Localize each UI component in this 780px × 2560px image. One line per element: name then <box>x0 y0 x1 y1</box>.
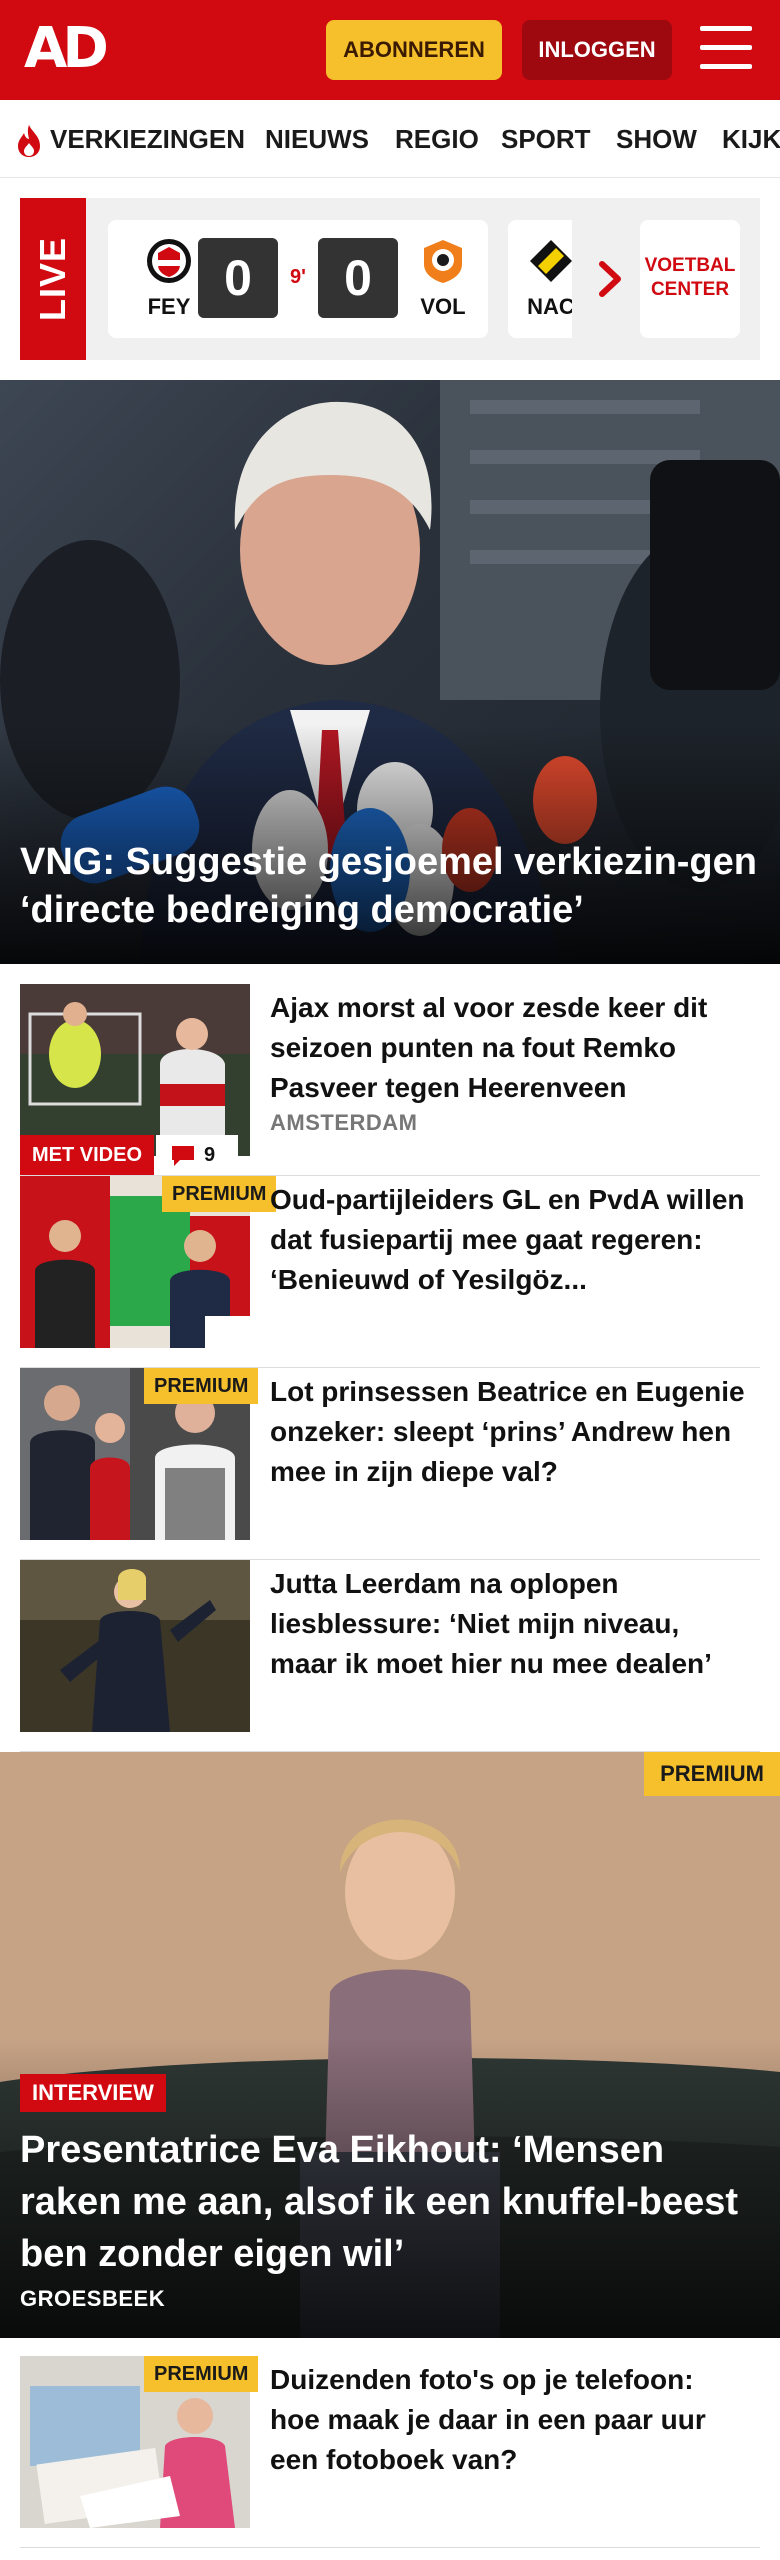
nav-item-show[interactable]: SHOW <box>616 100 697 177</box>
hero-headline[interactable]: VNG: Suggestie gesjoemel verkiezin-gen ‘… <box>20 838 760 934</box>
list-item[interactable]: MET VIDEO 9 Ajax morst al voor zesde kee… <box>20 984 760 1176</box>
live-scores-strip: LIVE FEY 0 9' 0 VOL NAC VOETBAL CENTER <box>20 198 760 360</box>
article-headline[interactable]: Oud-partijleiders GL en PvdA willen dat … <box>270 1180 750 1300</box>
article-thumbnail <box>20 1560 250 1732</box>
premium-badge: PREMIUM <box>644 1752 780 1796</box>
flame-icon <box>18 125 40 157</box>
nav-item-regio[interactable]: REGIO <box>395 100 479 177</box>
nav-item-kijk[interactable]: KIJK <box>722 100 780 177</box>
feyenoord-crest-icon <box>147 239 191 283</box>
premium-badge: PREMIUM <box>162 1176 277 1212</box>
list-item[interactable]: Jutta Leerdam na oplopen liesblessure: ‘… <box>20 1560 760 1752</box>
comment-count-badge: 9 <box>156 1135 238 1175</box>
live-label: LIVE <box>20 198 86 360</box>
home-team-code: FEY <box>147 294 191 319</box>
premium-badge: PREMIUM <box>144 2356 259 2392</box>
nav-item-verkiezingen[interactable]: VERKIEZINGEN <box>50 100 245 177</box>
feature-article[interactable]: PREMIUM INTERVIEW Presentatrice Eva Eikh… <box>0 1752 780 2338</box>
menu-icon[interactable] <box>700 24 752 72</box>
nav-item-nieuws[interactable]: NIEUWS <box>265 100 369 177</box>
voetbal-center-button[interactable]: VOETBAL CENTER <box>640 220 740 338</box>
subscribe-button[interactable]: ABONNEREN <box>326 20 502 80</box>
comment-icon <box>172 1146 194 1166</box>
article-headline[interactable]: Lot prinsessen Beatrice en Eugenie onzek… <box>270 1372 750 1492</box>
away-team-code: VOL <box>420 294 466 319</box>
section-nav: VERKIEZINGEN NIEUWS REGIO SPORT SHOW KIJ… <box>0 100 780 178</box>
nac-crest-icon <box>530 240 572 282</box>
article-headline[interactable]: Ajax morst al voor zesde keer dit seizoe… <box>270 988 750 1108</box>
article-headline[interactable]: Duizenden foto's op je telefoon: hoe maa… <box>270 2360 750 2480</box>
login-button[interactable]: INLOGGEN <box>522 20 672 80</box>
premium-badge: PREMIUM <box>144 1368 259 1404</box>
article-location: AMSTERDAM <box>270 1110 418 1135</box>
article-thumbnail <box>20 984 250 1156</box>
feature-location: GROESBEEK <box>20 2286 166 2311</box>
chevron-right-icon[interactable] <box>594 258 628 300</box>
ad-logo[interactable]: AD <box>24 20 116 78</box>
volendam-crest-icon <box>424 240 462 283</box>
match-minute: 9' <box>290 266 306 288</box>
hero-article[interactable]: VNG: Suggestie gesjoemel verkiezin-gen ‘… <box>0 380 780 964</box>
live-match-card[interactable]: FEY 0 9' 0 VOL <box>108 220 488 338</box>
top-header: AD ABONNEREN INLOGGEN <box>0 0 780 100</box>
next-match-team-code: NAC <box>527 294 572 319</box>
nav-item-sport[interactable]: SPORT <box>501 100 591 177</box>
list-item[interactable]: PREMIUM Lot prinsessen Beatrice en Eugen… <box>20 1368 760 1560</box>
list-item[interactable]: PREMIUM Oud-partijleiders GL en PvdA wil… <box>20 1176 760 1368</box>
video-badge: MET VIDEO <box>20 1135 155 1175</box>
interview-tag: INTERVIEW <box>20 2074 166 2112</box>
home-score: 0 <box>198 238 278 318</box>
list-item[interactable]: PREMIUM Duizenden foto's op je telefoon:… <box>20 2356 760 2548</box>
feature-headline[interactable]: Presentatrice Eva Eikhout: ‘Mensen raken… <box>20 2124 760 2280</box>
article-headline[interactable]: Jutta Leerdam na oplopen liesblessure: ‘… <box>270 1564 750 1684</box>
next-match-card[interactable]: NAC <box>508 220 572 338</box>
away-score: 0 <box>318 238 398 318</box>
